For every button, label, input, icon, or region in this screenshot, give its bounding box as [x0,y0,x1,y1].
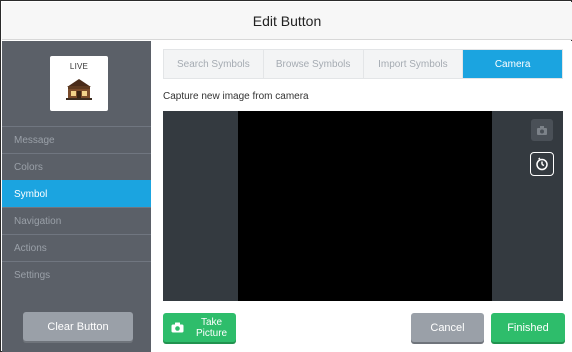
dialog-title: Edit Button [252,12,322,29]
timer-icon [536,157,548,171]
sidebar: LIVE Message Colors Symbol Navigation Ac… [2,41,158,352]
sidebar-item-navigation[interactable]: Navigation [2,207,151,234]
timer-button[interactable] [530,152,554,176]
camera-feed [238,111,492,301]
button-preview: LIVE [50,56,108,111]
house-icon [66,79,92,100]
tab-search-symbols[interactable]: Search Symbols [164,50,264,78]
main-panel: Search Symbols Browse Symbols Import Sym… [151,41,572,352]
take-picture-button[interactable]: Take Picture [163,313,236,342]
edit-button-dialog: Edit Button LIVE Message Colors Symbol N… [0,0,572,352]
sidebar-item-settings[interactable]: Settings [2,261,151,288]
finished-button[interactable]: Finished [491,313,565,342]
tab-browse-symbols[interactable]: Browse Symbols [264,50,364,78]
camera-caption: Capture new image from camera [163,91,309,102]
sidebar-item-symbol[interactable]: Symbol [2,180,158,207]
preview-label: LIVE [69,62,89,71]
cancel-button[interactable]: Cancel [411,313,484,342]
sidebar-item-message[interactable]: Message [2,126,151,153]
camera-icon [171,322,184,333]
tab-camera[interactable]: Camera [463,50,562,78]
camera-viewport [163,111,563,301]
sidebar-item-colors[interactable]: Colors [2,153,151,180]
tab-import-symbols[interactable]: Import Symbols [364,50,464,78]
sidebar-menu: Message Colors Symbol Navigation Actions… [2,126,158,288]
camera-switch-icon [537,126,547,135]
sidebar-item-actions[interactable]: Actions [2,234,151,261]
take-picture-label: Take Picture [196,316,228,339]
title-bar: Edit Button [2,2,572,40]
symbol-source-tabs: Search Symbols Browse Symbols Import Sym… [163,49,563,79]
clear-button[interactable]: Clear Button [23,312,133,341]
camera-switch-button[interactable] [531,119,553,141]
